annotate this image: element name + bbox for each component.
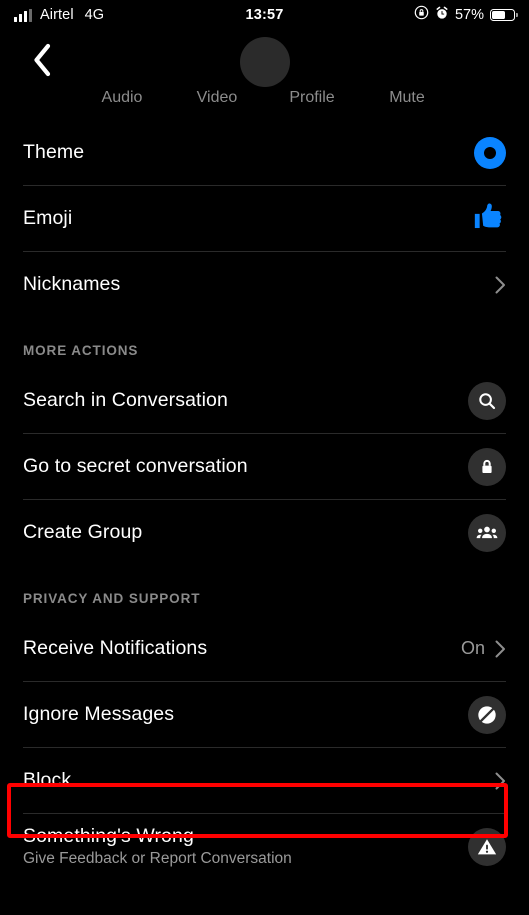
theme-color-dot-icon[interactable]: [474, 136, 506, 169]
lock-icon[interactable]: [468, 447, 506, 486]
row-receive-notifications-text: Receive Notifications: [23, 637, 207, 660]
tab-video[interactable]: Video: [170, 89, 265, 107]
status-bar-right: 57%: [414, 5, 518, 25]
row-somethings-wrong-label: Something's Wrong: [23, 825, 194, 847]
row-search-in-conversation[interactable]: Search in Conversation: [0, 368, 529, 433]
row-secret-text: Go to secret conversation: [23, 455, 248, 478]
tab-mute[interactable]: Mute: [360, 89, 455, 107]
row-emoji-label: Emoji: [23, 207, 73, 229]
tab-audio[interactable]: Audio: [75, 89, 170, 107]
chevron-right-icon: [495, 772, 506, 790]
row-ignore-messages-accessory: [468, 695, 506, 734]
back-button[interactable]: [20, 40, 64, 84]
row-nicknames[interactable]: Nicknames: [0, 252, 529, 317]
row-receive-notifications[interactable]: Receive Notifications On: [0, 616, 529, 681]
status-bar-left: Airtel 4G: [14, 7, 104, 23]
carrier-name: Airtel: [40, 7, 74, 23]
warning-triangle-icon[interactable]: [468, 827, 506, 866]
row-theme-accessory: [474, 136, 506, 169]
row-ignore-messages-text: Ignore Messages: [23, 703, 174, 726]
network-mode: 4G: [84, 7, 104, 23]
avatar[interactable]: [239, 37, 290, 87]
row-create-group-accessory: [468, 513, 506, 552]
row-create-group-text: Create Group: [23, 521, 142, 544]
row-somethings-wrong[interactable]: Something's Wrong Give Feedback or Repor…: [0, 814, 529, 879]
row-emoji[interactable]: Emoji: [0, 186, 529, 251]
row-create-group[interactable]: Create Group: [0, 500, 529, 565]
row-secret-accessory: [468, 447, 506, 486]
status-bar: Airtel 4G 13:57 57%: [0, 0, 529, 30]
row-receive-notifications-accessory: On: [461, 638, 506, 659]
back-chevron-icon: [31, 43, 53, 82]
phone-screen: Airtel 4G 13:57 57% Audio Video Profile …: [0, 0, 529, 915]
battery-icon: [490, 9, 518, 21]
row-somethings-wrong-accessory: [468, 827, 506, 866]
search-icon[interactable]: [468, 381, 506, 420]
rotation-lock-icon: [414, 5, 429, 25]
row-search-accessory: [468, 381, 506, 420]
row-secret-conversation[interactable]: Go to secret conversation: [0, 434, 529, 499]
conversation-header: Audio Video Profile Mute: [0, 30, 529, 120]
row-emoji-text: Emoji: [23, 207, 72, 230]
section-header-privacy-and-support: PRIVACY AND SUPPORT: [23, 591, 201, 606]
ignore-slash-icon[interactable]: [468, 695, 506, 734]
row-somethings-wrong-text: Something's Wrong Give Feedback or Repor…: [23, 825, 292, 868]
row-search-label: Search in Conversation: [23, 389, 228, 411]
header-tabs: Audio Video Profile Mute: [0, 89, 529, 107]
row-nicknames-label: Nicknames: [23, 273, 121, 295]
row-block[interactable]: Block: [0, 748, 529, 813]
tab-profile[interactable]: Profile: [265, 89, 360, 107]
row-block-label: Block: [23, 769, 72, 791]
row-theme-text: Theme: [23, 141, 84, 164]
row-block-text: Block: [23, 769, 71, 792]
battery-percentage: 57%: [454, 7, 484, 23]
row-nicknames-accessory: [495, 276, 506, 294]
notifications-value: On: [460, 638, 485, 658]
row-theme-label: Theme: [23, 141, 85, 163]
row-ignore-messages[interactable]: Ignore Messages: [0, 682, 529, 747]
chevron-right-icon: [495, 640, 506, 658]
row-theme[interactable]: Theme: [0, 120, 529, 185]
alarm-clock-icon: [435, 6, 449, 25]
row-secret-label: Go to secret conversation: [23, 455, 248, 477]
settings-list: Theme Emoji Nicknames MORE ACTIONS Searc…: [0, 120, 529, 879]
row-emoji-accessory: [472, 199, 506, 238]
row-block-accessory: [495, 772, 506, 790]
row-search-text: Search in Conversation: [23, 389, 228, 412]
signal-bars-icon: [14, 8, 32, 22]
section-header-more-actions: MORE ACTIONS: [23, 343, 139, 358]
chevron-right-icon: [495, 276, 506, 294]
row-receive-notifications-label: Receive Notifications: [23, 637, 208, 659]
row-nicknames-text: Nicknames: [23, 273, 120, 296]
thumbs-up-icon[interactable]: [472, 199, 506, 238]
people-group-icon[interactable]: [468, 513, 506, 552]
row-ignore-messages-label: Ignore Messages: [23, 703, 175, 725]
row-create-group-label: Create Group: [23, 521, 143, 543]
row-somethings-wrong-sublabel: Give Feedback or Report Conversation: [23, 850, 292, 867]
